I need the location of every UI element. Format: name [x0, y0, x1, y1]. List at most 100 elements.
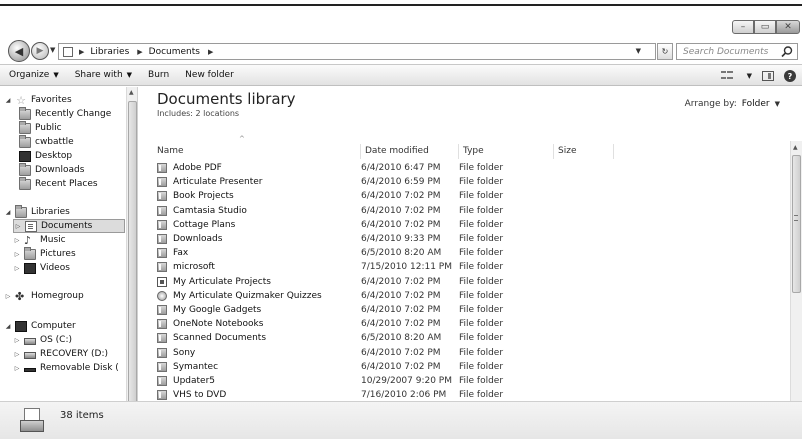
file-name-cell[interactable]: Book Projects [157, 191, 234, 202]
refresh-button[interactable]: ↻ [657, 43, 673, 60]
file-row[interactable]: microsoft 7/15/2010 12:11 PM File folder [139, 260, 789, 274]
maximize-button[interactable]: ▭ [754, 20, 776, 34]
library-locations-link[interactable]: Includes: 2 locations [157, 109, 239, 118]
file-row[interactable]: My Articulate Projects 6/4/2010 7:02 PM Fi… [139, 275, 789, 289]
file-name-cell[interactable]: Scanned Documents [157, 333, 266, 344]
file-name-cell[interactable]: Articulate Presenter [157, 177, 263, 188]
search-icon[interactable] [780, 45, 794, 59]
nav-homegroup[interactable]: ▷ ✤ Homegroup [4, 289, 84, 303]
nav-computer-label: Computer [31, 321, 76, 331]
file-name-cell[interactable]: Camtasia Studio [157, 205, 247, 216]
file-row[interactable]: Cottage Plans 6/4/2010 7:02 PM File folder [139, 218, 789, 232]
breadcrumb-separator-icon[interactable]: ▶ [137, 48, 142, 56]
organize-button[interactable]: Organize ▼ [9, 70, 59, 80]
change-view-icon[interactable] [720, 71, 733, 81]
share-with-button[interactable]: Share with ▼ [75, 70, 132, 80]
nav-pane-scrollbar[interactable]: ▲ ▼ [126, 87, 137, 421]
file-row[interactable]: Adobe PDF 6/4/2010 6:47 PM File folder [139, 161, 789, 175]
expanded-arrow-icon[interactable]: ◢ [4, 209, 12, 216]
help-icon[interactable]: ? [784, 70, 796, 82]
file-list-scrollbar-thumb[interactable] [792, 155, 801, 293]
nav-documents[interactable]: ▷ Documents [13, 219, 125, 233]
column-header-size[interactable]: Size [554, 144, 614, 159]
file-row[interactable]: Sony 6/4/2010 7:02 PM File folder [139, 346, 789, 360]
file-row[interactable]: Book Projects 6/4/2010 7:02 PM File folder [139, 189, 789, 203]
collapsed-arrow-icon[interactable]: ▷ [13, 251, 21, 258]
nav-desktop[interactable]: Desktop [16, 149, 72, 163]
collapsed-arrow-icon[interactable]: ▷ [4, 293, 12, 300]
column-header-name[interactable]: Name [153, 144, 361, 159]
nav-music[interactable]: ▷ ♪ Music [13, 233, 66, 247]
expanded-arrow-icon[interactable]: ◢ [4, 323, 12, 330]
file-name-cell[interactable]: My Google Gadgets [157, 305, 261, 315]
nav-favorites[interactable]: ◢ ☆ Favorites [4, 93, 72, 107]
collapsed-arrow-icon[interactable]: ▷ [13, 337, 21, 344]
file-name-cell[interactable]: OneNote Notebooks [157, 319, 263, 330]
file-name-cell[interactable]: Fax [157, 248, 188, 259]
file-row[interactable]: Updater5 10/29/2007 9:20 PM File folder [139, 374, 789, 388]
file-name-cell[interactable]: My Articulate Projects [157, 276, 271, 287]
file-name-cell[interactable]: Symantec [157, 361, 218, 372]
forward-button[interactable]: ▶ [31, 42, 49, 60]
file-row[interactable]: My Google Gadgets 6/4/2010 7:02 PM File fo… [139, 303, 789, 317]
expanded-arrow-icon[interactable]: ◢ [4, 97, 12, 104]
close-button[interactable]: ✕ [776, 20, 800, 34]
search-box[interactable]: Search Documents [676, 43, 798, 60]
minimize-button[interactable]: – [732, 20, 754, 34]
file-name-cell[interactable]: microsoft [157, 262, 215, 273]
file-row[interactable]: Camtasia Studio 6/4/2010 7:02 PM File fold… [139, 204, 789, 218]
address-bar[interactable]: ▶ Libraries ▶ Documents ▶ ▼ [58, 43, 656, 60]
scroll-up-icon[interactable]: ▲ [129, 89, 134, 96]
collapsed-arrow-icon[interactable]: ▷ [13, 351, 21, 358]
nav-removable-disk[interactable]: ▷ Removable Disk ( [13, 361, 119, 375]
nav-recent-places[interactable]: Recent Places [16, 176, 98, 191]
nav-libraries[interactable]: ◢ Libraries [4, 204, 70, 219]
nav-os-drive[interactable]: ▷ OS (C:) [13, 333, 72, 347]
nav-videos[interactable]: ▷ Videos [13, 261, 70, 275]
breadcrumb-libraries[interactable]: Libraries [90, 47, 129, 57]
collapsed-arrow-icon[interactable]: ▷ [14, 223, 22, 230]
file-name-cell[interactable]: Adobe PDF [157, 163, 222, 173]
file-row[interactable]: Scanned Documents 6/5/2010 8:20 AM File fo… [139, 331, 789, 345]
file-row[interactable]: Symantec 6/4/2010 7:02 PM File folder [139, 360, 789, 374]
file-name-cell[interactable]: Updater5 [157, 376, 215, 386]
nav-cwbattle[interactable]: cwbattle [16, 134, 74, 149]
nav-public[interactable]: Public [16, 120, 62, 135]
address-history-dropdown[interactable]: ▼ [636, 47, 641, 55]
breadcrumb-documents[interactable]: Documents [149, 47, 200, 57]
column-header-date-modified[interactable]: Date modified [361, 144, 459, 159]
file-row[interactable]: Articulate Presenter 6/4/2010 6:59 PM File… [139, 175, 789, 189]
nav-recently-changed[interactable]: Recently Change [16, 106, 111, 121]
file-list-scrollbar[interactable]: ▲ ▼ [790, 141, 802, 421]
nav-scrollbar-thumb[interactable] [128, 101, 137, 406]
nav-recovery-drive[interactable]: ▷ RECOVERY (D:) [13, 347, 108, 361]
file-row[interactable]: My Articulate Quizmaker Quizzes 6/4/2010 … [139, 289, 789, 303]
column-header-type[interactable]: Type [459, 144, 554, 159]
breadcrumb-separator-icon[interactable]: ▶ [79, 48, 84, 56]
collapsed-arrow-icon[interactable]: ▷ [13, 265, 21, 272]
chevron-down-icon[interactable]: ▼ [775, 100, 780, 108]
file-row[interactable]: OneNote Notebooks 6/4/2010 7:02 PM File fo… [139, 317, 789, 331]
burn-button[interactable]: Burn [148, 70, 169, 80]
breadcrumb-separator-icon[interactable]: ▶ [208, 48, 213, 56]
scroll-up-icon[interactable]: ▲ [793, 144, 798, 151]
back-button[interactable]: ◀ [8, 40, 30, 62]
nav-computer[interactable]: ◢ Computer [4, 319, 76, 333]
collapsed-arrow-icon[interactable]: ▷ [13, 237, 21, 244]
search-input[interactable]: Search Documents [683, 47, 780, 57]
arrange-by-dropdown[interactable]: Folder [742, 99, 770, 109]
nav-pictures[interactable]: ▷ Pictures [13, 246, 76, 261]
file-row[interactable]: Downloads 6/4/2010 9:33 PM File folder [139, 232, 789, 246]
nav-downloads[interactable]: Downloads [16, 162, 84, 177]
recent-pages-dropdown[interactable]: ▼ [50, 46, 55, 54]
new-folder-button[interactable]: New folder [185, 70, 234, 80]
collapsed-arrow-icon[interactable]: ▷ [13, 365, 21, 372]
preview-pane-icon[interactable] [762, 71, 774, 81]
file-name-cell[interactable]: Cottage Plans [157, 219, 235, 230]
file-row[interactable]: Fax 6/5/2010 8:20 AM File folder [139, 246, 789, 260]
file-name-cell[interactable]: VHS to DVD [157, 390, 226, 401]
file-name-cell[interactable]: Sony [157, 347, 195, 358]
view-options-dropdown[interactable]: ▼ [747, 72, 752, 80]
file-name-cell[interactable]: My Articulate Quizmaker Quizzes [157, 290, 322, 301]
file-name-cell[interactable]: Downloads [157, 234, 222, 244]
